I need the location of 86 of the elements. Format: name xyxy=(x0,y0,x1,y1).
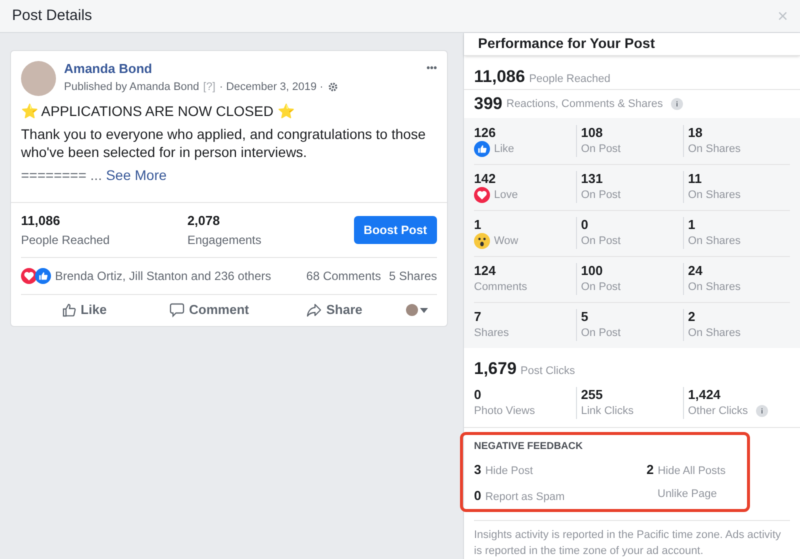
comment-action-button[interactable]: Comment xyxy=(146,300,272,320)
feedback-count: 0 xyxy=(474,486,482,504)
comment-count[interactable]: 68 Comments xyxy=(306,266,381,284)
gear-icon[interactable] xyxy=(327,81,340,94)
post-date: · December 3, 2019 · xyxy=(219,80,324,95)
metric-label: Wow xyxy=(494,234,518,249)
boost-post-button[interactable]: Boost Post xyxy=(354,216,437,244)
metric-label: On Post xyxy=(581,326,621,341)
metric-value: 5 xyxy=(581,309,590,325)
reach-value: 11,086 xyxy=(474,66,526,88)
feedback-count: 3 xyxy=(474,461,482,479)
feedback-label: Unlike Page xyxy=(656,486,717,502)
metric-value: 2 xyxy=(688,309,696,325)
metric-value: 18 xyxy=(688,124,704,140)
metric-label: On Post xyxy=(581,188,621,203)
like-reaction-icon xyxy=(474,140,490,156)
engagement-value: 399 xyxy=(474,93,502,116)
surprised-face-icon xyxy=(474,233,490,249)
feedback-label: Hide Post xyxy=(485,464,533,479)
metric-value: 142 xyxy=(474,171,497,187)
stat-value: 2,078 xyxy=(187,212,221,230)
metric-value: 255 xyxy=(581,387,604,403)
metric-value: 0 xyxy=(581,217,590,233)
metric-value: 126 xyxy=(474,124,497,140)
share-count[interactable]: 5 Shares xyxy=(388,266,437,284)
panel-title: Performance for Your Post xyxy=(478,34,655,54)
footnote-text: Insights activity is reported in the Pacific time zone. Ads activity is reported in the time zone of your ad account. xyxy=(474,528,782,559)
metric-label: On Shares xyxy=(688,234,741,249)
share-action-button[interactable]: Share xyxy=(272,300,397,320)
metric-value: 108 xyxy=(581,124,604,140)
metric-label: Link Clicks xyxy=(581,404,634,419)
post-body: Thank you to everyone who applied, and congratulations to those who've been selected for in person interviews. xyxy=(21,125,427,161)
metric-value: 1 xyxy=(688,217,696,233)
heart-reaction-icon xyxy=(21,268,37,284)
like-reaction-icon xyxy=(35,268,51,284)
stat-label: Engagements xyxy=(187,232,262,248)
reach-label: People Reached xyxy=(529,72,610,87)
publisher-text: Published by Amanda Bond xyxy=(64,80,200,95)
metric-value: 124 xyxy=(474,263,497,279)
clicks-label: Post Clicks xyxy=(520,364,575,378)
info-icon[interactable] xyxy=(670,98,683,110)
reactor-names[interactable]: Brenda Ortiz, Jill Stanton and 236 others xyxy=(55,266,272,284)
avatar xyxy=(21,61,56,96)
metric-label: Comments xyxy=(474,280,528,295)
metric-label: On Shares xyxy=(688,188,741,203)
metric-value: 7 xyxy=(474,309,482,325)
share-arrow-icon xyxy=(306,302,322,318)
post-teaser: ======== ... xyxy=(21,166,102,184)
engagement-label: Reactions, Comments & Shares xyxy=(506,96,663,112)
metric-value: 100 xyxy=(581,263,604,279)
metric-label: On Shares xyxy=(688,326,741,341)
metric-label: Other Clicks xyxy=(688,404,748,419)
section-heading: NEGATIVE FEEDBACK xyxy=(474,440,584,454)
metric-value: 131 xyxy=(581,171,604,187)
metric-label: Love xyxy=(494,188,518,203)
see-more-link[interactable]: See More xyxy=(106,166,167,184)
feedback-label: Hide All Posts xyxy=(658,464,726,479)
metric-label: Shares xyxy=(474,326,509,341)
metric-label: On Post xyxy=(581,234,621,249)
metric-label: Photo Views xyxy=(474,404,535,419)
stat-value: 11,086 xyxy=(21,212,62,230)
metric-label: On Shares xyxy=(688,280,741,295)
more-options-button[interactable]: ••• xyxy=(426,61,437,76)
feedback-count: 2 xyxy=(646,461,654,479)
metric-label: Like xyxy=(494,142,514,156)
thumbs-up-icon xyxy=(60,302,77,318)
caret-icon xyxy=(420,308,428,312)
metric-value: 0 xyxy=(474,387,482,403)
metric-value: 11 xyxy=(688,171,703,187)
stat-label: People Reached xyxy=(21,232,111,248)
metric-value: 1 xyxy=(474,217,482,233)
author-name[interactable]: Amanda Bond xyxy=(64,61,426,77)
metric-value: 1,424 xyxy=(688,387,722,403)
metric-label: On Post xyxy=(581,280,621,295)
window-title: Post Details xyxy=(12,6,92,26)
feedback-label: Report as Spam xyxy=(485,490,565,504)
heart-reaction-icon xyxy=(474,187,490,203)
avatar-thumbnail xyxy=(406,304,418,316)
speech-bubble-icon xyxy=(169,302,186,318)
info-icon[interactable] xyxy=(756,405,768,417)
metric-value: 24 xyxy=(688,263,704,279)
like-action-button[interactable]: Like xyxy=(21,300,146,320)
clicks-value: 1,679 xyxy=(474,358,517,380)
metric-label: On Post xyxy=(581,142,621,156)
metric-label: On Shares xyxy=(688,142,741,156)
post-headline: ⭐ APPLICATIONS ARE NOW CLOSED ⭐ xyxy=(21,102,296,120)
